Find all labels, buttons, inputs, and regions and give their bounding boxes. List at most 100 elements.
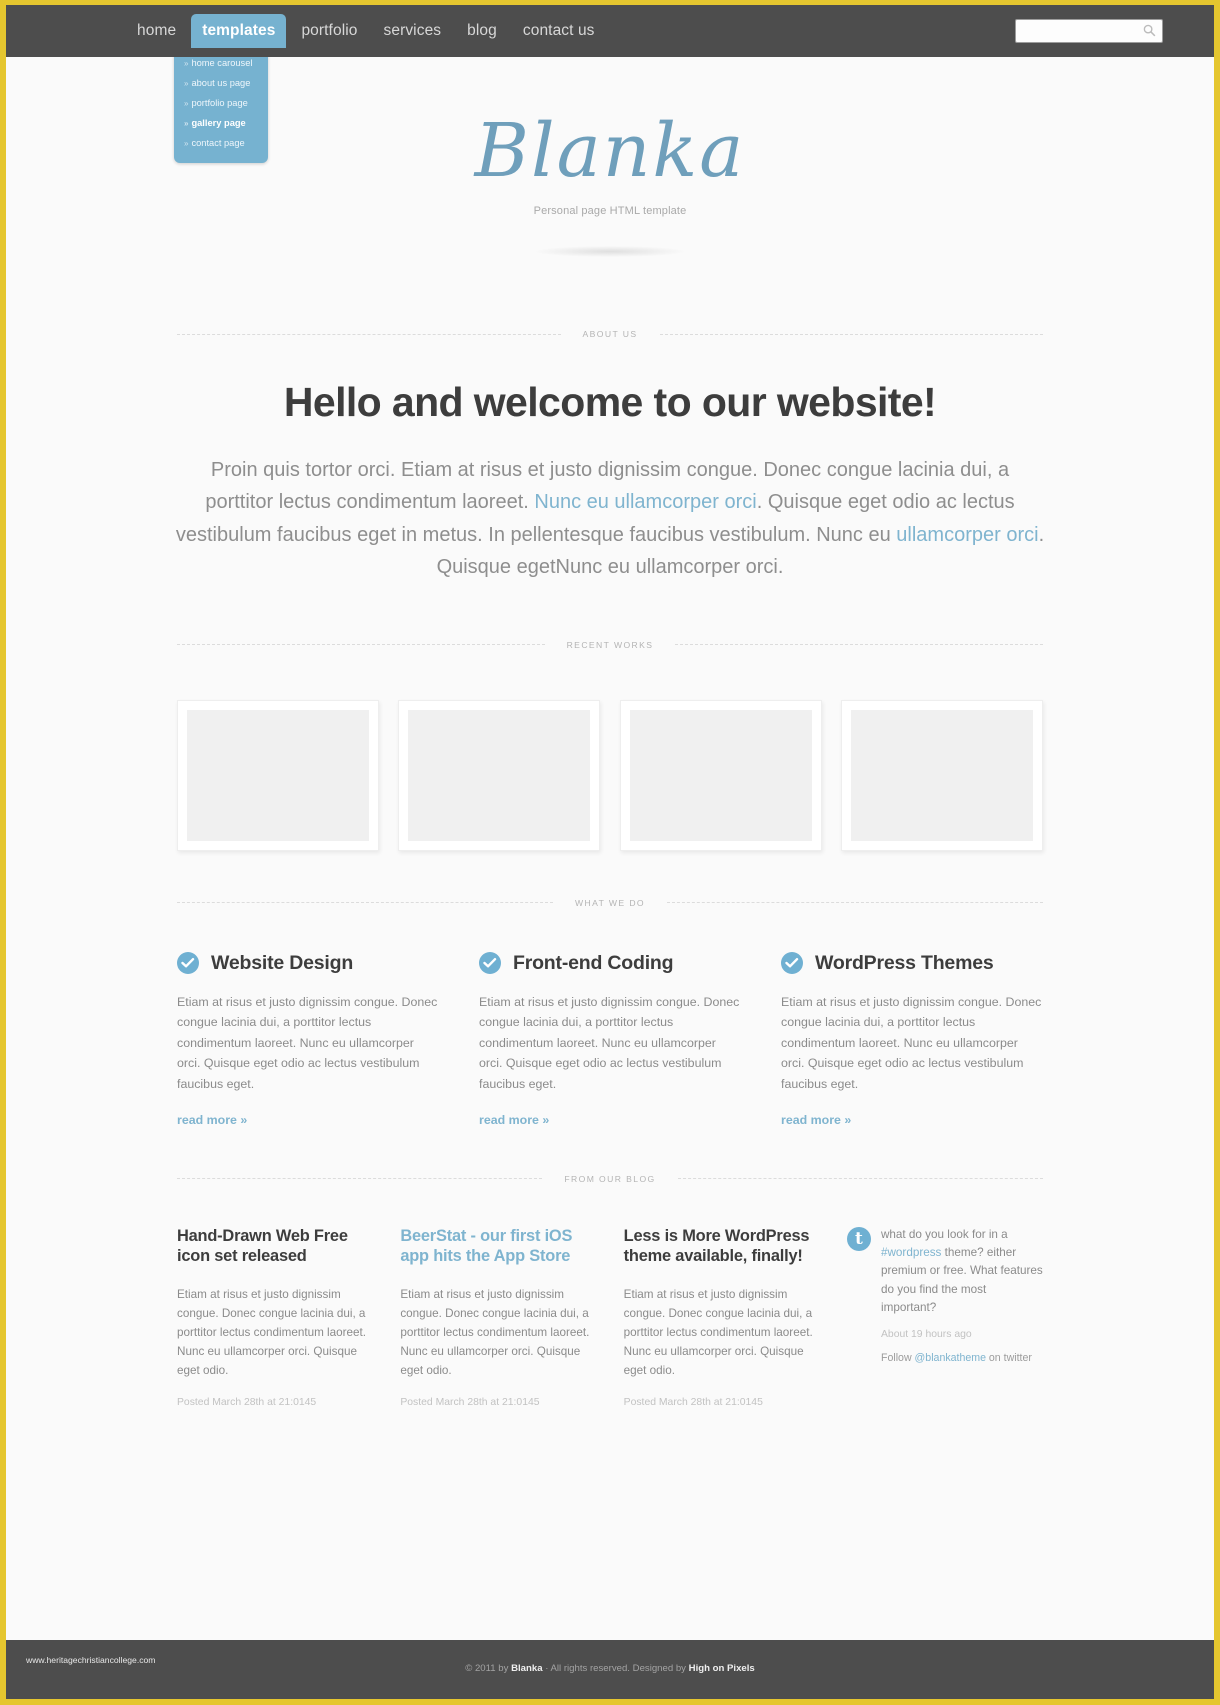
divider-line-right <box>675 644 1043 646</box>
services-grid: Website Design Etiam at risus et justo d… <box>177 952 1043 1129</box>
work-image-placeholder <box>187 709 369 841</box>
dropdown-item-contact-page[interactable]: » contact page <box>174 134 268 154</box>
divider-line-right <box>667 902 1044 904</box>
blog-grid: Hand-Drawn Web Free icon set released Et… <box>177 1226 1043 1408</box>
page-footer: www.heritagechristiancollege.com © 2011 … <box>6 1640 1214 1699</box>
dropdown-item-portfolio-page[interactable]: » portfolio page <box>174 94 268 114</box>
section-label-from-our-blog: FROM OUR BLOG <box>564 1173 656 1184</box>
bullet-icon: » <box>184 78 189 88</box>
service-title: Website Design <box>211 951 354 974</box>
footer-designer[interactable]: High on Pixels <box>689 1663 755 1674</box>
service-card-front-end-coding: Front-end Coding Etiam at risus et justo… <box>479 952 741 1129</box>
divider-what-we-do: WHAT WE DO <box>177 898 1044 908</box>
work-thumbnail-2[interactable] <box>398 699 601 851</box>
about-link-1[interactable]: Nunc eu ullamcorper orci <box>534 491 756 513</box>
service-card-website-design: Website Design Etiam at risus et justo d… <box>177 952 439 1129</box>
blog-post-title[interactable]: BeerStat - our first iOS app hits the Ap… <box>400 1226 596 1267</box>
blog-post-excerpt: Etiam at risus et justo dignissim congue… <box>177 1287 367 1377</box>
divider-about-us: ABOUT US <box>177 329 1044 339</box>
divider-recent-works: RECENT WORKS <box>177 640 1043 650</box>
nav-item-contact-us[interactable]: contact us <box>512 17 606 45</box>
blog-post-excerpt: Etiam at risus et justo dignissim congue… <box>623 1287 813 1377</box>
nav-item-blog[interactable]: blog <box>456 17 508 45</box>
dropdown-item-label: contact page <box>191 137 245 148</box>
about-paragraph: Proin quis tortor orci. Etiam at risus e… <box>175 454 1045 584</box>
follow-suffix: on twitter <box>985 1352 1032 1365</box>
work-image-placeholder <box>850 709 1033 841</box>
blog-post-date: Posted March 28th at 21:0145 <box>623 1396 763 1408</box>
service-title: WordPress Themes <box>815 951 994 974</box>
read-more-link[interactable]: read more » <box>479 1113 549 1127</box>
check-circle-icon <box>479 952 501 975</box>
service-header: WordPress Themes <box>781 952 1043 975</box>
service-text: Etiam at risus et justo dignissim congue… <box>781 994 1042 1091</box>
divider-line-left <box>177 644 545 646</box>
page-title: Hello and welcome to our website! <box>283 379 937 425</box>
bullet-icon: » <box>184 59 189 68</box>
tweet-hashtag-link[interactable]: #wordpress <box>881 1246 941 1259</box>
tweet-text-before: what do you look for in a <box>880 1227 1008 1241</box>
check-circle-icon <box>177 952 199 975</box>
section-label-about-us: ABOUT US <box>582 329 638 339</box>
work-thumbnail-4[interactable] <box>840 699 1043 851</box>
nav-item-home[interactable]: home <box>126 17 187 45</box>
search-icon[interactable] <box>1143 24 1156 37</box>
nav-item-templates[interactable]: templates <box>191 13 287 49</box>
service-card-wordpress-themes: WordPress Themes Etiam at risus et justo… <box>781 952 1043 1129</box>
templates-dropdown-menu: » home carousel » about us page » portfolio… <box>174 45 268 163</box>
check-circle-icon <box>781 952 803 975</box>
nav-item-home-wrap: home <box>126 17 191 71</box>
about-section: ABOUT US Hello and welcome to our websit… <box>6 329 1214 584</box>
dropdown-item-label: home carousel <box>191 58 253 68</box>
tweet-timestamp: About 19 hours ago <box>880 1329 972 1341</box>
copyright-prefix: © 2011 by <box>465 1663 512 1674</box>
site-tagline: Personal page HTML template <box>533 205 687 217</box>
service-title: Front-end Coding <box>513 951 674 974</box>
blog-post-title[interactable]: Less is More WordPress theme available, … <box>624 1226 820 1267</box>
work-image-placeholder <box>408 709 591 841</box>
page-root: home templates portfolio services blog c… <box>0 0 1220 1705</box>
service-header: Front-end Coding <box>479 952 741 975</box>
divider-line-left <box>177 333 561 335</box>
blog-post-title[interactable]: Hand-Drawn Web Free icon set released <box>177 1226 373 1267</box>
work-thumbnail-1[interactable] <box>177 699 379 851</box>
dropdown-item-about-us-page[interactable]: » about us page <box>174 74 268 94</box>
recent-works-section: RECENT WORKS <box>6 640 1214 851</box>
main-nav: home templates portfolio services blog c… <box>126 5 610 71</box>
works-grid <box>177 699 1043 851</box>
footer-brand: Blanka <box>511 1663 543 1674</box>
dropdown-item-label: gallery page <box>191 117 246 128</box>
nav-item-services[interactable]: services <box>373 17 453 45</box>
blog-post-date: Posted March 28th at 21:0145 <box>400 1396 540 1408</box>
read-more-link[interactable]: read more » <box>781 1113 851 1127</box>
logo-shadow-decoration <box>535 246 685 257</box>
dropdown-item-gallery-page[interactable]: » gallery page <box>174 114 268 134</box>
nav-item-portfolio[interactable]: portfolio <box>290 17 368 45</box>
work-image-placeholder <box>629 709 812 841</box>
service-header: Website Design <box>177 952 439 975</box>
bullet-icon: » <box>184 118 189 128</box>
blog-post-3: Less is More WordPress theme available, … <box>624 1226 820 1408</box>
divider-line-right <box>659 333 1044 335</box>
work-thumbnail-3[interactable] <box>619 699 822 851</box>
from-our-blog-section: FROM OUR BLOG Hand-Drawn Web Free icon s… <box>6 1174 1214 1408</box>
service-text: Etiam at risus et justo dignissim congue… <box>177 994 438 1091</box>
dropdown-item-label: portfolio page <box>191 97 248 108</box>
read-more-link[interactable]: read more » <box>177 1113 247 1127</box>
bullet-icon: » <box>184 98 189 108</box>
blog-post-2: BeerStat - our first iOS app hits the Ap… <box>400 1226 596 1408</box>
what-we-do-section: WHAT WE DO Website Design Etiam at risus… <box>6 898 1214 1129</box>
search-box <box>1015 19 1163 43</box>
twitter-handle-link[interactable]: @blankatheme <box>915 1352 986 1364</box>
blog-post-excerpt: Etiam at risus et justo dignissim congue… <box>400 1287 590 1377</box>
footer-copyright: © 2011 by Blanka · All rights reserved. … <box>6 1663 1214 1674</box>
about-link-2[interactable]: ullamcorper orci <box>896 524 1038 546</box>
search-input[interactable] <box>1015 19 1163 43</box>
twitter-icon[interactable]: t <box>846 1226 871 1251</box>
twitter-widget: t what do you look for in a #wordpress t… <box>846 1226 1043 1408</box>
section-label-recent-works: RECENT WORKS <box>566 639 654 650</box>
divider-from-our-blog: FROM OUR BLOG <box>177 1173 1044 1184</box>
divider-line-left <box>177 1178 543 1180</box>
nav-active-arrow-icon <box>139 58 161 71</box>
blog-post-1: Hand-Drawn Web Free icon set released Et… <box>177 1226 373 1408</box>
